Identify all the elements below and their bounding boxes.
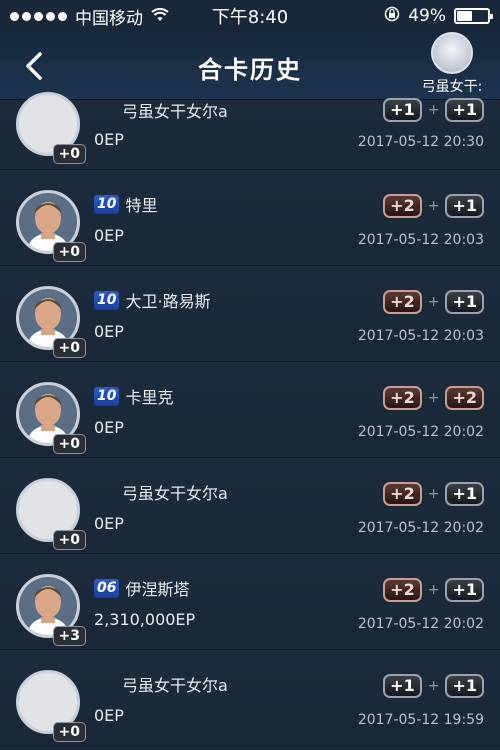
clock: 下午8:40 bbox=[211, 7, 289, 28]
list-item[interactable]: +3 06 伊涅斯塔 2,310,000EP +2 + +1 2017-05-1… bbox=[0, 554, 500, 650]
level-badge: +0 bbox=[52, 242, 86, 262]
plus-sign: + bbox=[427, 678, 440, 694]
season-tag: 06 bbox=[94, 578, 120, 598]
player-avatar: +3 bbox=[16, 574, 86, 646]
card-badge: +1 bbox=[445, 578, 484, 602]
season-tag: 10 bbox=[94, 194, 120, 214]
card-badge: +1 bbox=[445, 194, 484, 218]
ep-value: 0EP bbox=[94, 514, 124, 533]
user-profile-button[interactable]: 弓虽女干: bbox=[414, 32, 490, 96]
timestamp: 2017-05-12 20:02 bbox=[357, 616, 484, 632]
history-list: +0 弓虽女干女尔a 0EP +1 + +1 2017-05-12 20:30 … bbox=[0, 92, 500, 746]
player-avatar: +0 bbox=[16, 478, 86, 550]
player-name: 大卫·路易斯 bbox=[125, 292, 211, 311]
player-avatar: +0 bbox=[16, 286, 86, 358]
player-name: 弓虽女干女尔a bbox=[122, 102, 228, 121]
ep-value: 0EP bbox=[94, 418, 124, 437]
signal-strength-icon bbox=[10, 11, 67, 21]
level-badge: +0 bbox=[52, 722, 86, 742]
player-avatar: +0 bbox=[16, 92, 86, 164]
season-tag: 10 bbox=[94, 386, 120, 406]
status-bar: 中国移动 下午8:40 49% bbox=[0, 0, 500, 32]
player-avatar: +0 bbox=[16, 670, 86, 742]
card-badge: +2 bbox=[383, 194, 422, 218]
timestamp: 2017-05-12 20:03 bbox=[357, 328, 484, 344]
plus-sign: + bbox=[427, 390, 440, 406]
player-avatar: +0 bbox=[16, 190, 86, 262]
list-item[interactable]: +0 10 大卫·路易斯 0EP +2 + +1 2017-05-12 20:0… bbox=[0, 266, 500, 362]
card-badge: +2 bbox=[383, 482, 422, 506]
player-name: 伊涅斯塔 bbox=[125, 580, 190, 599]
card-combo: +2 + +2 bbox=[383, 386, 484, 410]
card-badge: +1 bbox=[445, 290, 484, 314]
player-avatar: +0 bbox=[16, 382, 86, 454]
card-badge: +1 bbox=[445, 98, 484, 122]
wifi-icon bbox=[151, 7, 169, 26]
list-item[interactable]: +0 弓虽女干女尔a 0EP +1 + +1 2017-05-12 20:30 bbox=[0, 92, 500, 170]
ep-value: 2,310,000EP bbox=[94, 610, 196, 629]
card-combo: +1 + +1 bbox=[383, 674, 484, 698]
level-badge: +3 bbox=[52, 626, 86, 646]
card-badge: +2 bbox=[383, 386, 422, 410]
card-combo: +2 + +1 bbox=[383, 482, 484, 506]
timestamp: 2017-05-12 20:02 bbox=[357, 520, 484, 536]
player-name: 弓虽女干女尔a bbox=[122, 484, 228, 503]
card-combo: +2 + +1 bbox=[383, 578, 484, 602]
ep-value: 0EP bbox=[94, 130, 124, 149]
list-item[interactable]: +0 10 卡里克 0EP +2 + +2 2017-05-12 20:02 bbox=[0, 362, 500, 458]
level-badge: +0 bbox=[52, 434, 86, 454]
nav-bar: 合卡历史 弓虽女干: bbox=[0, 32, 500, 100]
level-badge: +0 bbox=[52, 144, 86, 164]
carrier-name: 中国移动 bbox=[75, 8, 143, 29]
card-badge: +1 bbox=[445, 674, 484, 698]
card-badge: +2 bbox=[445, 386, 484, 410]
timestamp: 2017-05-12 20:02 bbox=[357, 424, 484, 440]
player-name: 弓虽女干女尔a bbox=[122, 676, 228, 695]
plus-sign: + bbox=[427, 486, 440, 502]
battery-icon bbox=[454, 8, 493, 24]
timestamp: 2017-05-12 20:30 bbox=[357, 134, 484, 150]
timestamp: 2017-05-12 19:59 bbox=[357, 712, 484, 728]
list-item[interactable]: +0 10 特里 0EP +2 + +1 2017-05-12 20:03 bbox=[0, 170, 500, 266]
player-name: 卡里克 bbox=[125, 388, 174, 407]
card-badge: +2 bbox=[383, 578, 422, 602]
card-badge: +1 bbox=[383, 98, 422, 122]
list-item[interactable]: +0 弓虽女干女尔a 0EP +1 + +1 2017-05-12 19:59 bbox=[0, 650, 500, 746]
card-badge: +1 bbox=[445, 482, 484, 506]
card-badge: +1 bbox=[383, 674, 422, 698]
player-name: 特里 bbox=[125, 196, 158, 215]
ep-value: 0EP bbox=[94, 226, 124, 245]
timestamp: 2017-05-12 20:03 bbox=[357, 232, 484, 248]
list-item[interactable]: +0 弓虽女干女尔a 0EP +2 + +1 2017-05-12 20:02 bbox=[0, 458, 500, 554]
ep-value: 0EP bbox=[94, 322, 124, 341]
level-badge: +0 bbox=[52, 530, 86, 550]
ep-value: 0EP bbox=[94, 706, 124, 725]
username: 弓虽女干: bbox=[421, 79, 483, 95]
card-badge: +2 bbox=[383, 290, 422, 314]
card-combo: +2 + +1 bbox=[383, 290, 484, 314]
plus-sign: + bbox=[427, 102, 440, 118]
plus-sign: + bbox=[427, 198, 440, 214]
season-tag: 10 bbox=[94, 290, 120, 310]
card-combo: +2 + +1 bbox=[383, 194, 484, 218]
plus-sign: + bbox=[427, 294, 440, 310]
plus-sign: + bbox=[427, 582, 440, 598]
rotation-lock-icon bbox=[384, 6, 400, 27]
avatar bbox=[431, 32, 473, 74]
level-badge: +0 bbox=[52, 338, 86, 358]
card-combo: +1 + +1 bbox=[383, 98, 484, 122]
battery-percent: 49% bbox=[408, 6, 446, 26]
